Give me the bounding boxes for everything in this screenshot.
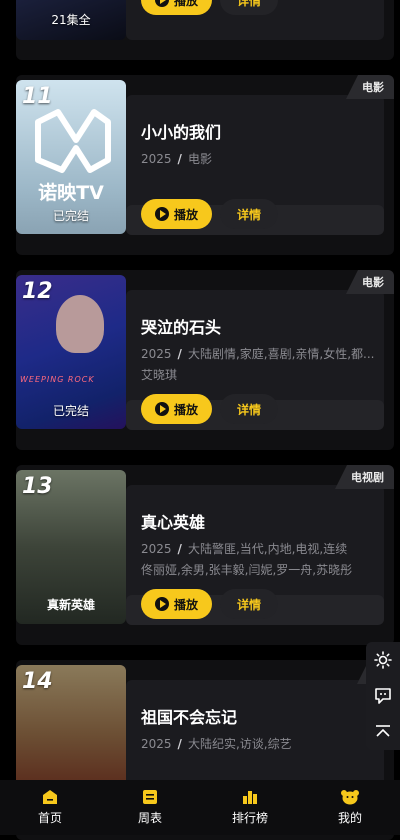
- sun-icon[interactable]: [374, 651, 392, 669]
- play-label: 播放: [173, 402, 198, 417]
- detail-button[interactable]: 详情: [220, 199, 278, 229]
- play-label: 播放: [173, 207, 198, 222]
- poster-status: 已完结: [52, 404, 89, 418]
- video-year: 2025: [141, 152, 172, 166]
- category-tag: 电视剧: [335, 465, 394, 489]
- play-icon: [154, 402, 169, 416]
- meta-separator: /: [177, 542, 182, 556]
- schedule-icon: [143, 790, 157, 804]
- rank-number: 14: [22, 669, 53, 694]
- poster-image[interactable]: WEEPING ROCK 12 已完结: [16, 275, 126, 429]
- rank-number: 11: [22, 84, 53, 109]
- detail-button[interactable]: 详情: [220, 0, 278, 15]
- video-title[interactable]: 哭泣的石头: [141, 314, 221, 338]
- video-genres: 大陆警匪,当代,内地,电视,连续: [187, 542, 348, 556]
- poster-text: 真新英雄: [46, 598, 95, 612]
- bottom-tab-bar: 首页 周表 排行榜 我的: [0, 780, 400, 835]
- poster-status: 21集全: [51, 13, 91, 27]
- video-actors: 佟丽娅,余男,张丰毅,闫妮,罗一舟,苏晓彤: [141, 563, 353, 577]
- meta-separator: /: [177, 347, 182, 361]
- home-icon: [43, 790, 57, 804]
- tab-label: 排行榜: [231, 811, 268, 825]
- video-card[interactable]: 电影 WEEPING ROCK 12 已完结 哭泣的石头 2025 / 大陆剧情,家…: [16, 270, 394, 450]
- detail-button[interactable]: 详情: [220, 589, 278, 619]
- category-tag: 电影: [346, 75, 394, 99]
- video-card[interactable]: 21集全 播放 详情: [16, 0, 394, 60]
- meta-separator: /: [177, 737, 182, 751]
- poster-image[interactable]: 真新英雄 13: [16, 470, 126, 624]
- poster-figure: [56, 295, 104, 353]
- play-icon: [154, 0, 169, 7]
- video-title[interactable]: 祖国不会忘记: [141, 704, 237, 728]
- poster-image[interactable]: 21集全: [16, 0, 126, 40]
- floating-toolbar: [366, 642, 400, 750]
- video-meta: 2025 / 大陆剧情,家庭,喜剧,亲情,女性,都...: [141, 345, 376, 362]
- tab-home[interactable]: 首页: [0, 780, 100, 835]
- comment-icon[interactable]: [374, 687, 392, 705]
- category-tag: 电影: [346, 270, 394, 294]
- video-actors: 艾晓琪: [141, 368, 178, 382]
- video-genres: 电影: [187, 152, 212, 166]
- rank-number: 13: [22, 474, 53, 499]
- play-label: 播放: [173, 0, 198, 8]
- video-genres: 大陆剧情,家庭,喜剧,亲情,女性,都...: [187, 347, 375, 361]
- tab-profile[interactable]: 我的: [300, 780, 400, 835]
- meta-separator: /: [177, 152, 182, 166]
- video-card[interactable]: 电影 诺映TV 11 已完结 小小的我们 2025 / 电影 播放 详情: [16, 75, 394, 255]
- ranking-icon: [243, 791, 257, 804]
- tab-label: 周表: [137, 811, 162, 825]
- tab-ranking[interactable]: 排行榜: [200, 780, 300, 835]
- profile-icon: [341, 790, 359, 805]
- video-year: 2025: [141, 347, 172, 361]
- video-genres: 大陆纪实,访谈,综艺: [187, 737, 292, 751]
- poster-text: WEEPING ROCK: [20, 375, 95, 384]
- detail-button[interactable]: 详情: [220, 394, 278, 424]
- poster-text: 诺映TV: [38, 182, 104, 204]
- play-button[interactable]: 播放: [141, 394, 212, 424]
- video-title[interactable]: 小小的我们: [141, 119, 221, 143]
- play-label: 播放: [173, 597, 198, 612]
- play-button[interactable]: 播放: [141, 589, 212, 619]
- video-meta: 2025 / 电影: [141, 150, 376, 167]
- play-icon: [154, 207, 169, 221]
- back-to-top-icon[interactable]: [374, 723, 392, 741]
- rank-number: 12: [22, 279, 53, 304]
- video-meta: 2025 / 大陆警匪,当代,内地,电视,连续: [141, 540, 376, 557]
- play-button[interactable]: 播放: [141, 0, 212, 15]
- video-year: 2025: [141, 737, 172, 751]
- tab-label: 我的: [337, 811, 362, 825]
- video-meta: 2025 / 大陆纪实,访谈,综艺: [141, 735, 376, 752]
- video-year: 2025: [141, 542, 172, 556]
- poster-image[interactable]: 诺映TV 11 已完结: [16, 80, 126, 234]
- tab-schedule[interactable]: 周表: [100, 780, 200, 835]
- tab-label: 首页: [37, 811, 62, 825]
- play-button[interactable]: 播放: [141, 199, 212, 229]
- video-card[interactable]: 电视剧 真新英雄 13 真心英雄 2025 / 大陆警匪,当代,内地,电视,连续 佟…: [16, 465, 394, 645]
- video-title[interactable]: 真心英雄: [141, 509, 205, 533]
- poster-status: 已完结: [52, 209, 89, 223]
- play-icon: [154, 597, 169, 611]
